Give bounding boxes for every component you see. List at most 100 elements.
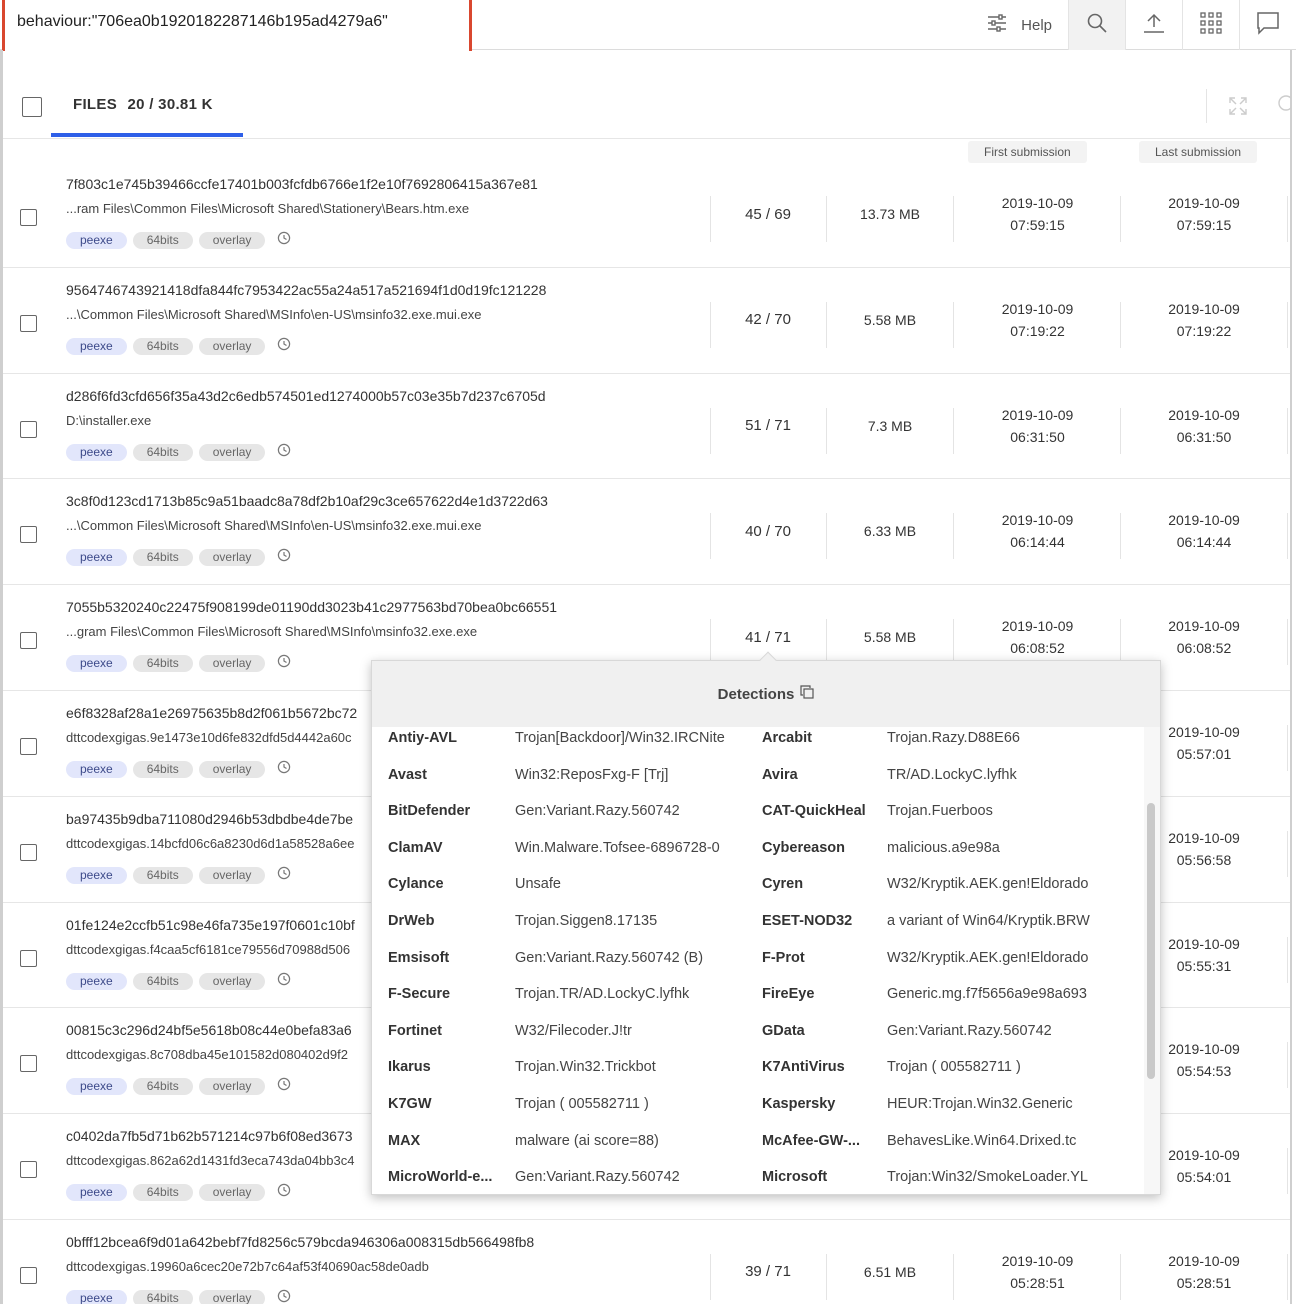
file-hash[interactable]: 7055b5320240c22475f908199de01190dd3023b4…: [66, 599, 557, 615]
file-tag[interactable]: peexe: [66, 549, 127, 567]
history-icon[interactable]: [277, 760, 291, 779]
file-tag[interactable]: peexe: [66, 655, 127, 673]
filter-settings-icon[interactable]: [987, 13, 1021, 37]
table-row[interactable]: 7f803c1e745b39466ccfe17401b003fcfdb6766e…: [3, 162, 1290, 268]
row-checkbox[interactable]: [20, 314, 37, 332]
file-hash[interactable]: c0402da7fb5d71b62b571214c97b6f08ed3673: [66, 1128, 353, 1144]
row-checkbox[interactable]: [20, 420, 37, 438]
lightbulb-icon[interactable]: [1277, 95, 1294, 122]
file-size: 5.58 MB: [863, 629, 917, 646]
last-submission-header[interactable]: Last submission: [1139, 141, 1258, 163]
copy-icon[interactable]: [794, 685, 814, 703]
file-tag[interactable]: overlay: [198, 549, 266, 567]
file-tag[interactable]: peexe: [66, 760, 127, 778]
history-icon[interactable]: [277, 231, 291, 250]
first-submission-header[interactable]: First submission: [968, 141, 1087, 163]
file-tag[interactable]: overlay: [198, 1078, 266, 1096]
detections-scrollbar[interactable]: [1147, 803, 1155, 1079]
file-hash[interactable]: d286f6fd3cfd656f35a43d2c6edb574501ed1274…: [66, 388, 546, 404]
file-tag[interactable]: overlay: [198, 337, 266, 355]
file-tag[interactable]: 64bits: [132, 443, 193, 461]
file-tag[interactable]: 64bits: [132, 232, 193, 249]
feedback-button[interactable]: [1239, 0, 1296, 50]
detection-ratio[interactable]: 42 / 70: [710, 292, 826, 348]
history-icon[interactable]: [277, 548, 291, 567]
last-submission: 2019-10-09 06:08:52: [1121, 609, 1287, 665]
file-tag[interactable]: 64bits: [132, 866, 193, 884]
file-hash[interactable]: 01fe124e2ccfb51c98e46fa735e197f0601c10bf: [66, 917, 355, 933]
history-icon[interactable]: [277, 972, 291, 991]
detection-ratio[interactable]: 40 / 70: [710, 503, 826, 559]
first-submission-time: 07:59:15: [1010, 217, 1065, 233]
file-tag[interactable]: peexe: [66, 972, 127, 990]
row-checkbox[interactable]: [20, 949, 37, 967]
file-tag[interactable]: 64bits: [132, 972, 193, 990]
file-tag[interactable]: overlay: [198, 866, 266, 884]
row-checkbox[interactable]: [20, 209, 37, 226]
file-tag[interactable]: 64bits: [132, 760, 193, 778]
file-tag[interactable]: 64bits: [132, 1184, 193, 1202]
file-hash[interactable]: 3c8f0d123cd1713b85c9a51baadc8a78df2b10af…: [66, 493, 548, 509]
file-tag[interactable]: overlay: [198, 1184, 266, 1202]
file-tag[interactable]: overlay: [198, 972, 266, 990]
file-tag[interactable]: overlay: [198, 443, 266, 461]
file-tag[interactable]: peexe: [66, 443, 127, 461]
file-tag[interactable]: peexe: [66, 1078, 127, 1096]
file-tag[interactable]: peexe: [66, 1184, 127, 1202]
engine-result: Trojan:Win32/SmokeLoader.YL: [887, 1169, 1088, 1186]
detection-ratio[interactable]: 51 / 71: [710, 398, 826, 454]
apps-button[interactable]: [1182, 0, 1239, 50]
history-icon[interactable]: [277, 337, 291, 356]
detection-ratio[interactable]: 45 / 69: [710, 186, 826, 242]
file-tag[interactable]: 64bits: [132, 655, 193, 673]
file-tag[interactable]: 64bits: [132, 337, 193, 355]
help-button[interactable]: Help: [987, 0, 1068, 50]
history-icon[interactable]: [277, 654, 291, 673]
file-tag[interactable]: 64bits: [132, 1289, 193, 1304]
row-checkbox[interactable]: [20, 632, 37, 650]
file-hash[interactable]: 9564746743921418dfa844fc7953422ac55a24a5…: [66, 282, 546, 298]
row-checkbox[interactable]: [20, 1266, 37, 1284]
file-tag[interactable]: overlay: [198, 760, 266, 778]
last-submission-date: 2019-10-09: [1168, 1041, 1240, 1058]
file-hash[interactable]: ba97435b9dba711080d2946b53dbdbe4de7be: [66, 811, 353, 827]
file-tag[interactable]: peexe: [66, 337, 127, 355]
tab-files[interactable]: FILES 20 / 30.81 K: [73, 96, 213, 113]
row-checkbox[interactable]: [20, 737, 37, 755]
history-icon[interactable]: [277, 1289, 291, 1304]
history-icon[interactable]: [277, 1077, 291, 1096]
search-input[interactable]: behaviour:"706ea0b1920182287146b195ad427…: [17, 13, 388, 31]
file-hash[interactable]: 00815c3c296d24bf5e5618b08c44e0befa83a6: [66, 1022, 352, 1038]
file-tag[interactable]: overlay: [198, 655, 266, 673]
file-tag[interactable]: peexe: [66, 232, 127, 249]
file-tag[interactable]: 64bits: [132, 549, 193, 567]
search-button[interactable]: [1068, 0, 1125, 50]
table-row[interactable]: d286f6fd3cfd656f35a43d2c6edb574501ed1274…: [3, 374, 1290, 480]
file-tag[interactable]: overlay: [198, 1289, 266, 1304]
file-hash[interactable]: e6f8328af28a1e26975635b8d2f061b5672bc72: [66, 705, 357, 721]
row-checkbox[interactable]: [20, 1161, 37, 1179]
file-tag[interactable]: peexe: [66, 1289, 127, 1304]
upload-button[interactable]: [1125, 0, 1182, 50]
history-icon[interactable]: [277, 866, 291, 885]
history-icon[interactable]: [277, 443, 291, 462]
file-tag[interactable]: overlay: [198, 232, 266, 249]
file-hash[interactable]: 0bfff12bcea6f9d01a642bebf7fd8256c579bcda…: [66, 1234, 534, 1250]
row-checkbox[interactable]: [20, 843, 37, 861]
detection-ratio[interactable]: 39 / 71: [710, 1244, 826, 1300]
file-tag[interactable]: 64bits: [132, 1078, 193, 1096]
expand-icon[interactable]: [1229, 97, 1247, 120]
file-path: ...\Common Files\Microsoft Shared\MSInfo…: [66, 306, 482, 322]
select-all-checkbox[interactable]: [22, 97, 42, 117]
file-hash[interactable]: 7f803c1e745b39466ccfe17401b003fcfdb6766e…: [66, 176, 538, 192]
file-tag[interactable]: peexe: [66, 866, 127, 884]
history-icon[interactable]: [277, 1183, 291, 1202]
table-row[interactable]: 9564746743921418dfa844fc7953422ac55a24a5…: [3, 268, 1290, 374]
first-submission: 2019-10-09 07:59:15: [955, 186, 1120, 242]
files-tab-label: FILES: [73, 96, 118, 113]
table-row[interactable]: 0bfff12bcea6f9d01a642bebf7fd8256c579bcda…: [3, 1220, 1290, 1304]
help-label[interactable]: Help: [1021, 17, 1052, 34]
table-row[interactable]: 3c8f0d123cd1713b85c9a51baadc8a78df2b10af…: [3, 479, 1290, 586]
row-checkbox[interactable]: [20, 526, 37, 544]
row-checkbox[interactable]: [20, 1055, 37, 1073]
